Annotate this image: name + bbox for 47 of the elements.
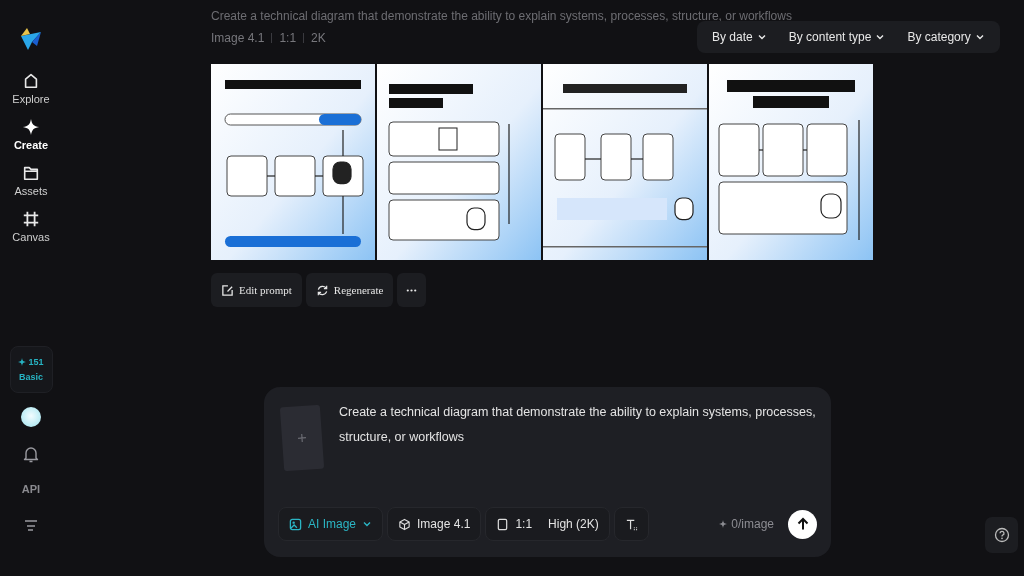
arrow-up-icon [795, 517, 810, 531]
filter-dropdown[interactable]: By category [898, 25, 994, 49]
folder-icon [22, 164, 40, 182]
chevron-down-icon [974, 32, 985, 42]
cube-icon [398, 517, 412, 531]
regenerate-button[interactable]: Regenerate [305, 273, 394, 307]
size-selector[interactable]: 1:1 High (2K) [485, 507, 610, 541]
meta-label: 1:1 [279, 31, 297, 45]
sidebar-item[interactable]: Create [13, 118, 49, 151]
text-format-icon [624, 517, 638, 531]
model-selector[interactable]: Image 4.1 [387, 507, 482, 541]
sidebar-item[interactable]: Explore [12, 72, 50, 105]
canvas-icon [22, 210, 40, 228]
edit-icon [221, 283, 234, 297]
prompt-text: Create a technical diagram that demonstrate the ability to explain systems, processes, structure, or workflows [211, 9, 793, 23]
sidebar-item[interactable]: Canvas [12, 210, 50, 243]
chevron-down-icon [756, 32, 767, 42]
meta-label: 2K [311, 31, 326, 45]
home-icon [22, 72, 40, 90]
api-link[interactable]: API [21, 483, 41, 495]
prompt-input[interactable]: Create a technical diagram that demonstrate the ability to explain systems, processes, structure, or workflows [339, 400, 817, 470]
plus-icon [297, 433, 307, 443]
credits-badge[interactable]: 151 Basic [9, 346, 53, 393]
sparkle-icon [719, 520, 728, 528]
credit-count: 151 [28, 357, 44, 367]
help-icon [993, 527, 1010, 543]
chevron-down-icon [875, 32, 886, 42]
sparkle-icon [22, 118, 40, 136]
bell-icon[interactable] [23, 445, 39, 463]
cost-label: 0/image [731, 517, 774, 531]
square-icon [496, 517, 510, 531]
image-icon [289, 517, 302, 531]
sidebar-item[interactable]: Assets [14, 164, 48, 197]
meta-label: Image 4.1 [211, 31, 265, 45]
filter-dropdown[interactable]: By date [703, 25, 776, 49]
filter-dropdown[interactable]: By content type [779, 25, 895, 49]
chevron-down-icon [362, 519, 373, 529]
help-button[interactable] [985, 517, 1018, 553]
avatar[interactable] [21, 407, 41, 427]
send-button[interactable] [788, 509, 817, 539]
logo-icon[interactable] [19, 26, 43, 52]
menu-icon[interactable] [24, 519, 38, 531]
plan-label: Basic [19, 372, 43, 382]
mode-selector[interactable]: AI Image [278, 507, 384, 541]
edit-button[interactable]: Edit prompt [211, 273, 302, 307]
refresh-icon [315, 283, 329, 297]
sparkle-icon [18, 358, 27, 366]
